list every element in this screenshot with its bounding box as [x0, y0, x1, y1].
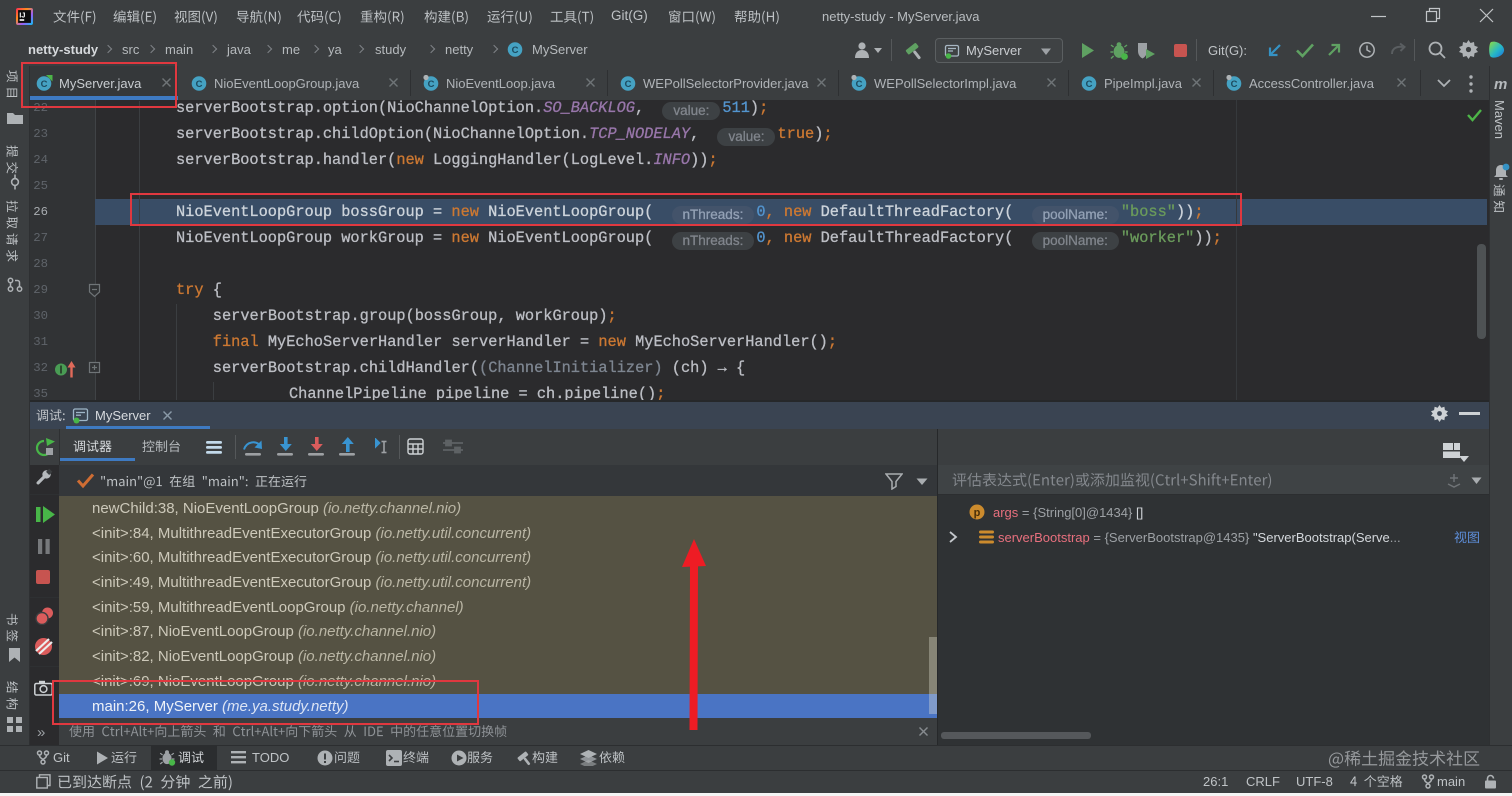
svg-text:IJ: IJ — [19, 11, 25, 20]
svg-text:p: p — [974, 507, 981, 519]
svg-text:C: C — [856, 79, 863, 90]
svg-text:C: C — [625, 79, 632, 90]
svg-text:C: C — [1086, 79, 1093, 90]
svg-text:C: C — [1231, 79, 1238, 90]
svg-text:C: C — [428, 79, 435, 90]
svg-text:C: C — [512, 45, 519, 56]
svg-text:C: C — [196, 79, 203, 90]
